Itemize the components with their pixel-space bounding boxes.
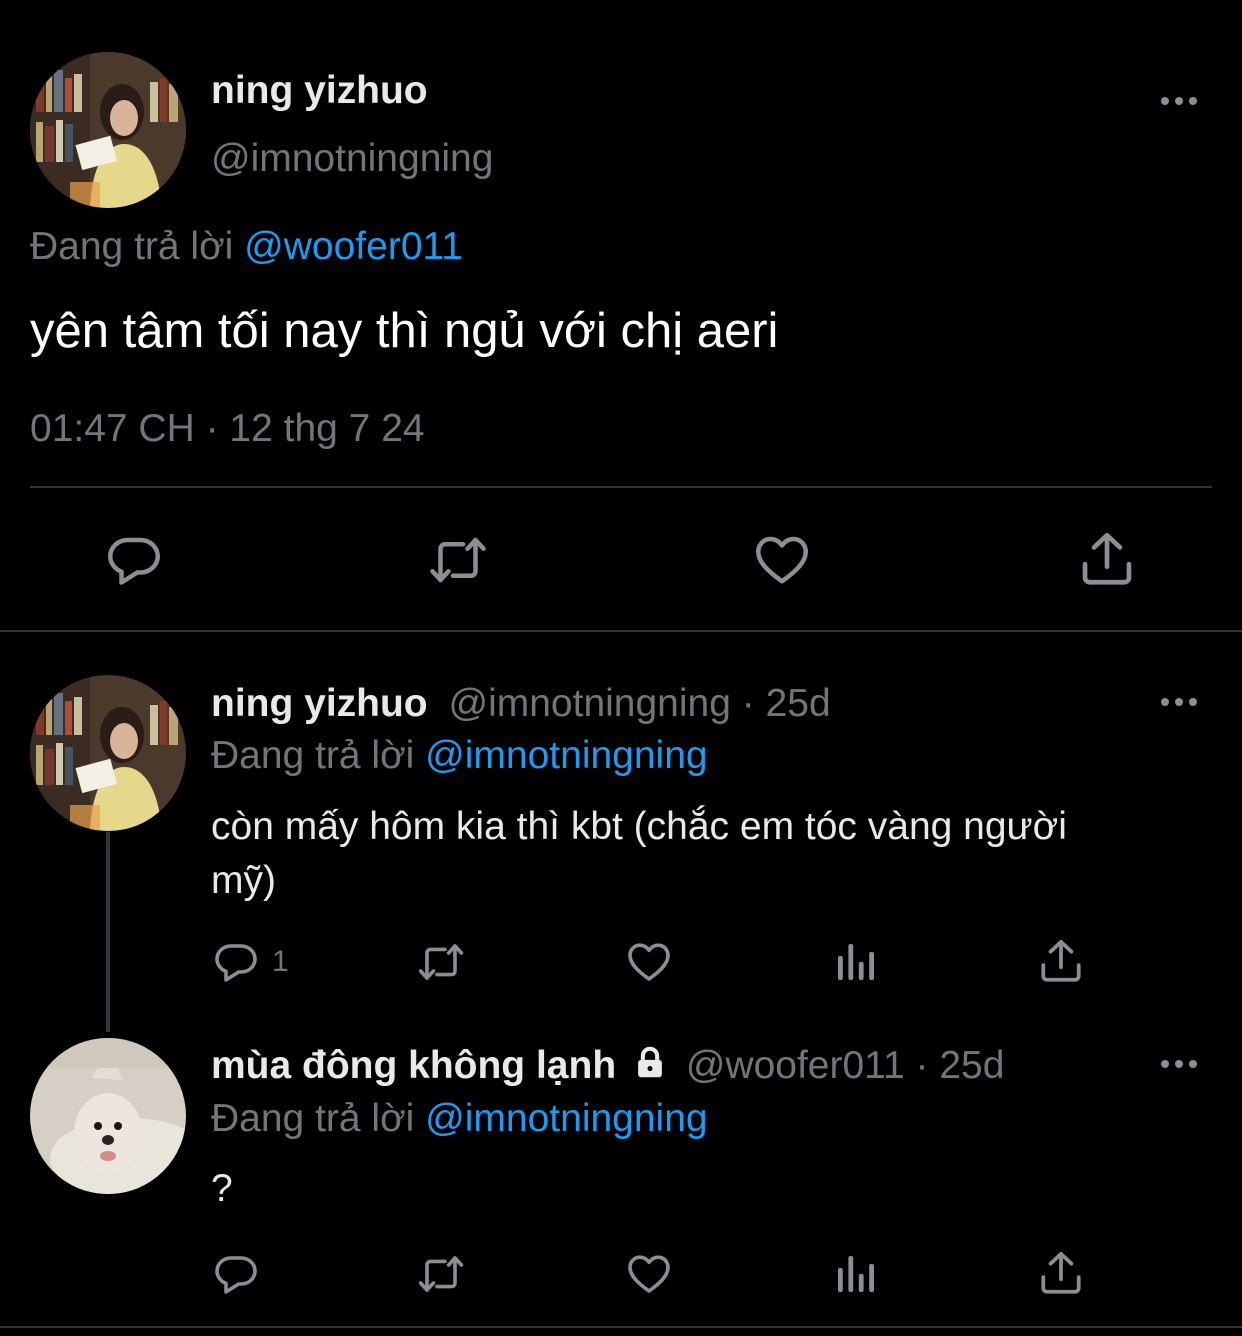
- analytics-icon[interactable]: [832, 938, 880, 986]
- reply-icon[interactable]: [212, 1250, 260, 1298]
- analytics-icon[interactable]: [832, 1250, 880, 1298]
- like-icon[interactable]: [752, 530, 812, 590]
- replying-label: Đang trả lời: [30, 225, 234, 268]
- avatar[interactable]: [30, 675, 186, 831]
- avatar[interactable]: [30, 1038, 186, 1194]
- share-icon[interactable]: [1076, 528, 1138, 590]
- reply-header: ning yizhuo @imnotningning · 25d: [211, 681, 831, 727]
- user-handle[interactable]: @imnotningning: [448, 682, 730, 725]
- more-options-icon[interactable]: [1159, 1057, 1199, 1077]
- display-name[interactable]: ning yizhuo: [211, 682, 428, 725]
- retweet-icon[interactable]: [415, 938, 467, 986]
- reply-count: 1: [272, 945, 289, 978]
- user-handle[interactable]: @imnotningning: [211, 136, 493, 182]
- avatar[interactable]: [30, 52, 186, 208]
- user-handle[interactable]: @woofer011: [686, 1044, 905, 1087]
- share-icon[interactable]: [1036, 1248, 1086, 1298]
- tweet-text: yên tâm tối nay thì ngủ với chị aeri: [30, 304, 779, 358]
- reply-icon: [212, 938, 260, 986]
- divider: [30, 486, 1212, 488]
- relative-time[interactable]: · 25d: [742, 682, 831, 725]
- replying-to-line: Đang trả lời @woofer011: [30, 224, 463, 270]
- display-name[interactable]: ning yizhuo: [211, 68, 428, 114]
- retweet-icon[interactable]: [415, 1250, 467, 1298]
- replying-label: Đang trả lời: [211, 1097, 415, 1140]
- thread-line: [106, 832, 110, 1032]
- divider: [0, 1326, 1242, 1328]
- replying-to-line: Đang trả lời @imnotningning: [211, 733, 708, 779]
- more-options-icon[interactable]: [1159, 695, 1199, 715]
- like-icon[interactable]: [624, 938, 674, 986]
- more-options-icon[interactable]: [1159, 94, 1199, 114]
- reply-header: mùa đông không lạnh @woofer011 · 25d: [211, 1043, 1004, 1093]
- lock-icon: [631, 1044, 669, 1093]
- like-icon[interactable]: [624, 1250, 674, 1298]
- tweet-text: còn mấy hôm kia thì kbt (chắc em tóc vàn…: [211, 805, 1067, 902]
- replying-to-line: Đang trả lời @imnotningning: [211, 1096, 708, 1142]
- reply-icon[interactable]: [104, 530, 164, 590]
- relative-time[interactable]: · 25d: [916, 1044, 1005, 1087]
- share-icon[interactable]: [1036, 936, 1086, 986]
- reply-button[interactable]: 1: [212, 938, 289, 986]
- retweet-icon[interactable]: [426, 530, 490, 590]
- mention-link[interactable]: @woofer011: [244, 225, 463, 268]
- replying-label: Đang trả lời: [211, 734, 415, 777]
- divider: [0, 630, 1242, 632]
- mention-link[interactable]: @imnotningning: [425, 734, 707, 777]
- tweet-timestamp[interactable]: 01:47 CH · 12 thg 7 24: [30, 406, 425, 452]
- display-name[interactable]: mùa đông không lạnh: [211, 1044, 616, 1087]
- tweet-text: ?: [211, 1167, 233, 1210]
- mention-link[interactable]: @imnotningning: [425, 1097, 707, 1140]
